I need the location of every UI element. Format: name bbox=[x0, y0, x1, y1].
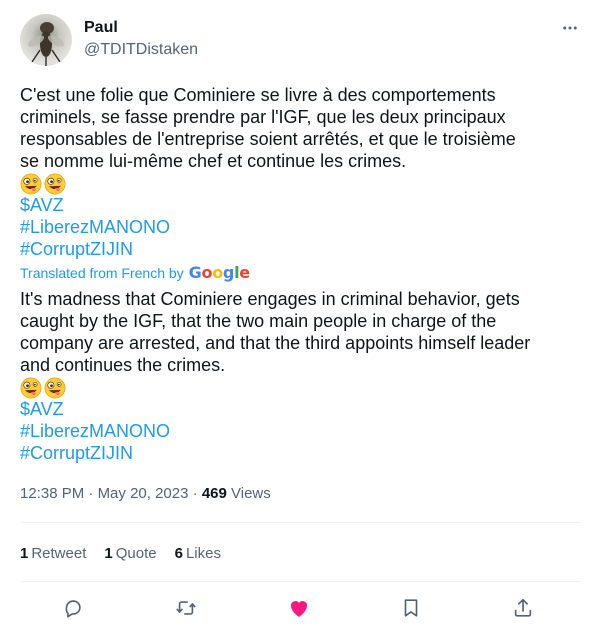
more-options-icon[interactable] bbox=[558, 16, 582, 40]
emoji-row bbox=[20, 376, 582, 398]
tweet-text-original: C'est une folie que Cominiere se livre à… bbox=[20, 84, 582, 260]
emoji-row bbox=[20, 172, 582, 194]
hashtag-link[interactable]: #CorruptZIJIN bbox=[20, 442, 582, 464]
tweet-text-translated: It's madness that Cominiere engages in c… bbox=[20, 288, 582, 464]
tweet-line: se nomme lui-même chef et continue les c… bbox=[20, 151, 407, 171]
engagement-stats: 1 Retweet 1 Quote 6 Likes bbox=[20, 545, 239, 562]
author-handle[interactable]: @TDITDistaken bbox=[84, 41, 198, 59]
retweets-count: 1 bbox=[20, 545, 29, 562]
zany-face-emoji-icon bbox=[20, 173, 42, 195]
tweet-line: responsables de l'entreprise soient arrê… bbox=[20, 129, 516, 149]
retweets-label: Retweet bbox=[31, 545, 87, 562]
likes-label: Likes bbox=[185, 545, 221, 562]
cashtag-link[interactable]: $AVZ bbox=[20, 398, 582, 420]
heart-icon bbox=[290, 601, 308, 617]
tweet-meta: 12:38 PM · May 20, 2023 · 469 Views bbox=[20, 485, 271, 502]
tweet-line: It's madness that Cominiere engages in c… bbox=[20, 289, 520, 309]
author-name[interactable]: Paul bbox=[84, 19, 118, 37]
tweet: Paul @TDITDistaken C'est une folie que C… bbox=[0, 0, 598, 634]
tweet-date[interactable]: May 20, 2023 bbox=[98, 485, 189, 502]
quotes-stat[interactable]: 1 Quote bbox=[104, 545, 156, 562]
zany-face-emoji-icon bbox=[44, 377, 66, 399]
avatar[interactable] bbox=[20, 14, 72, 66]
quotes-count: 1 bbox=[104, 545, 113, 562]
bookmark-button[interactable] bbox=[397, 594, 425, 622]
divider bbox=[20, 522, 581, 523]
views-label: Views bbox=[231, 485, 271, 502]
fly-photo-avatar-icon bbox=[27, 22, 65, 66]
reply-icon bbox=[65, 600, 81, 618]
action-bar bbox=[20, 594, 581, 622]
meta-separator: · bbox=[88, 485, 98, 502]
zany-face-emoji-icon bbox=[20, 377, 42, 399]
zany-face-emoji-icon bbox=[44, 173, 66, 195]
tweet-header: Paul @TDITDistaken bbox=[20, 14, 582, 68]
hashtag-link[interactable]: #LiberezMANONO bbox=[20, 216, 582, 238]
retweet-button[interactable] bbox=[172, 594, 200, 622]
share-icon bbox=[514, 598, 532, 617]
share-button[interactable] bbox=[509, 594, 537, 622]
tweet-line: criminels, se fasse prendre par l'IGF, q… bbox=[20, 107, 506, 127]
tweet-line: caught by the IGF, that the two main peo… bbox=[20, 311, 497, 331]
divider bbox=[20, 581, 581, 582]
views-count: 469 bbox=[201, 485, 232, 502]
tweet-line: and continues the crimes. bbox=[20, 355, 226, 375]
translation-note-text: Translated from French by bbox=[20, 264, 184, 281]
quotes-label: Quote bbox=[115, 545, 157, 562]
retweets-stat[interactable]: 1 Retweet bbox=[20, 545, 86, 562]
tweet-time[interactable]: 12:38 PM bbox=[20, 485, 84, 502]
tweet-line: company are arrested, and that the third… bbox=[20, 333, 531, 353]
reply-button[interactable] bbox=[59, 594, 87, 622]
meta-separator: · bbox=[192, 485, 202, 502]
tweet-line: C'est une folie que Cominiere se livre à… bbox=[20, 85, 496, 105]
hashtag-link[interactable]: #LiberezMANONO bbox=[20, 420, 582, 442]
retweet-icon bbox=[176, 601, 196, 615]
translated-by-note[interactable]: Translated from French by Google bbox=[20, 263, 250, 282]
google-logo: Google bbox=[188, 263, 250, 282]
bookmark-icon bbox=[404, 599, 418, 617]
like-button[interactable] bbox=[285, 594, 313, 622]
cashtag-link[interactable]: $AVZ bbox=[20, 194, 582, 216]
likes-stat[interactable]: 6 Likes bbox=[175, 545, 221, 562]
likes-count: 6 bbox=[174, 545, 183, 562]
hashtag-link[interactable]: #CorruptZIJIN bbox=[20, 238, 582, 260]
